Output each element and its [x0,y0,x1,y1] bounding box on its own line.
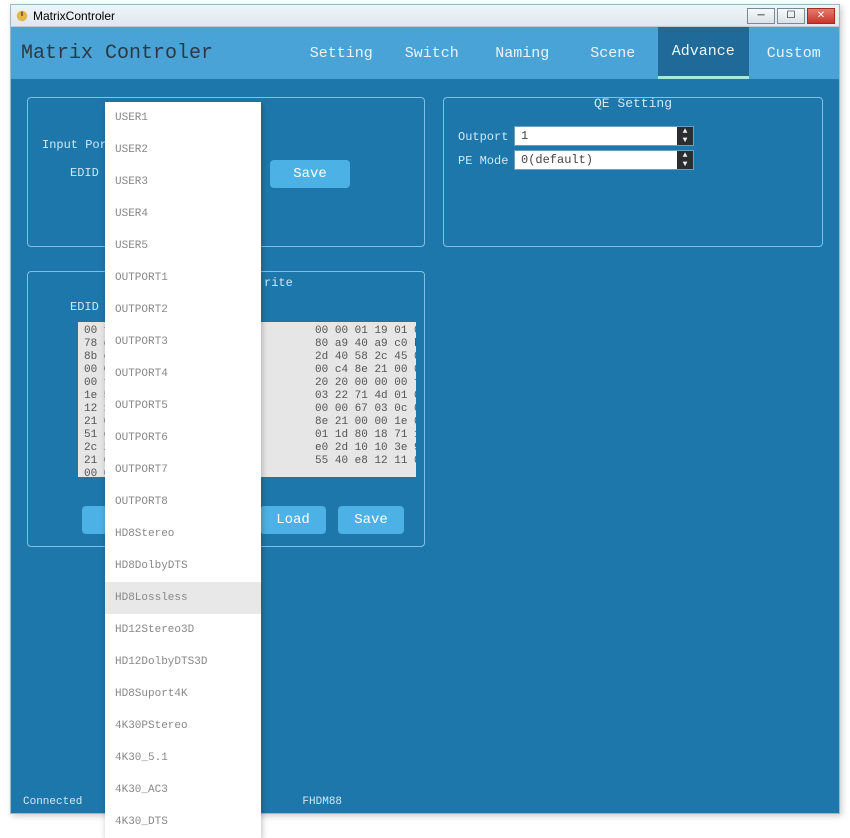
pemode-up-icon[interactable]: ▲ [677,151,693,160]
dropdown-item[interactable]: USER1 [105,102,261,134]
dropdown-item[interactable]: HD8Suport4K [105,678,261,710]
dropdown-item[interactable]: OUTPORT7 [105,454,261,486]
dropdown-item[interactable]: OUTPORT6 [105,422,261,454]
tab-scene[interactable]: Scene [568,27,659,79]
app-icon [15,9,29,23]
dropdown-item[interactable]: HD8DolbyDTS [105,550,261,582]
outport-value: 1 [521,129,528,143]
dropdown-item[interactable]: OUTPORT8 [105,486,261,518]
tab-custom[interactable]: Custom [749,27,840,79]
header: Matrix Controler Setting Switch Naming S… [11,27,839,79]
edid-write-load-button[interactable]: Load [260,506,326,534]
outport-up-icon[interactable]: ▲ [677,127,693,136]
outport-down-icon[interactable]: ▼ [677,136,693,145]
minimize-button[interactable]: ─ [747,8,775,24]
dropdown-item[interactable]: HD8Lossless [105,582,261,614]
status-connected: Connected [23,796,82,808]
dropdown-item[interactable]: HD12DolbyDTS3D [105,646,261,678]
edid-write-save-button[interactable]: Save [338,506,404,534]
maximize-button[interactable]: ☐ [777,8,805,24]
dropdown-item[interactable]: USER3 [105,166,261,198]
dropdown-item[interactable]: 4K30_5.1 [105,742,261,774]
app-window: MatrixControler ─ ☐ ✕ Matrix Controler S… [10,4,840,814]
edid-set-save-button[interactable]: Save [270,160,350,188]
dropdown-item[interactable]: 4K30_AC3 [105,774,261,806]
edid-dropdown[interactable]: USER1USER2USER3USER4USER5OUTPORT1OUTPORT… [105,102,261,838]
titlebar: MatrixControler ─ ☐ ✕ [11,5,839,27]
tab-switch[interactable]: Switch [387,27,478,79]
outport-spinner[interactable]: 1 ▲ ▼ [514,126,694,146]
dropdown-item[interactable]: USER2 [105,134,261,166]
edid-write-title: rite [264,276,293,290]
dropdown-item[interactable]: 4K30_DTS [105,806,261,838]
dropdown-item[interactable]: USER4 [105,198,261,230]
dropdown-item[interactable]: OUTPORT2 [105,294,261,326]
window-title: MatrixControler [33,9,115,23]
brand-title: Matrix Controler [11,27,296,79]
tab-setting[interactable]: Setting [296,27,387,79]
tab-advance[interactable]: Advance [658,27,749,79]
dropdown-item[interactable]: OUTPORT4 [105,358,261,390]
tab-naming[interactable]: Naming [477,27,568,79]
close-button[interactable]: ✕ [807,8,835,24]
panel-qe-setting: QE Setting Outport 1 ▲ ▼ PE Mode 0(defau… [443,97,823,247]
qe-title: QE Setting [444,96,822,111]
dropdown-item[interactable]: OUTPORT5 [105,390,261,422]
outport-label: Outport [458,130,508,144]
edid-write-label: EDID [70,300,99,314]
dropdown-item[interactable]: HD8Stereo [105,518,261,550]
pemode-value: 0(default) [521,153,593,167]
status-model: FHDM88 [302,796,342,808]
dropdown-item[interactable]: 4K30PStereo [105,710,261,742]
input-port-label: Input Port [42,138,114,152]
dropdown-item[interactable]: OUTPORT1 [105,262,261,294]
pemode-down-icon[interactable]: ▼ [677,160,693,169]
pemode-spinner[interactable]: 0(default) ▲ ▼ [514,150,694,170]
app-body: Matrix Controler Setting Switch Naming S… [11,27,839,813]
edid-label: EDID [70,166,99,180]
dropdown-item[interactable]: OUTPORT3 [105,326,261,358]
nav-tabs: Setting Switch Naming Scene Advance Cust… [296,27,839,79]
dropdown-item[interactable]: USER5 [105,230,261,262]
pemode-label: PE Mode [458,154,508,168]
dropdown-item[interactable]: HD12Stereo3D [105,614,261,646]
